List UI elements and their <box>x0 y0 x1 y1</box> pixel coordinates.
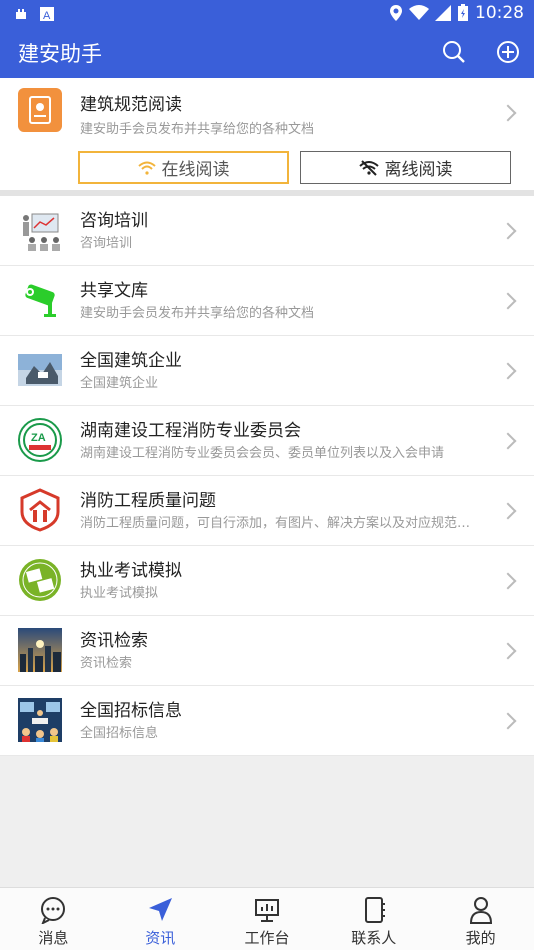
bidding-thumbnail <box>18 698 62 742</box>
nav-mine[interactable]: 我的 <box>427 888 534 950</box>
navigation-arrow-icon <box>149 898 173 921</box>
committee-logo-thumbnail: ZA <box>18 418 62 462</box>
list-item-title: 湖南建设工程消防专业委员会 <box>80 421 301 441</box>
chevron-right-icon <box>499 572 517 590</box>
svg-text:ZA: ZA <box>31 432 46 444</box>
list-item-national-bidding-info[interactable]: 全国招标信息 全国招标信息 <box>0 686 534 756</box>
city-thumbnail <box>18 628 62 672</box>
exam-badge-icon <box>19 559 61 601</box>
list-item-fire-quality-issues[interactable]: 消防工程质量问题 消防工程质量问题，可自行添加，有图片、解决方案以及对应规范… <box>0 476 534 546</box>
chevron-right-icon <box>499 432 517 450</box>
list-item-title: 全国建筑企业 <box>80 351 182 371</box>
list-item-subtitle: 全国招标信息 <box>80 726 159 741</box>
online-read-label: 在线阅读 <box>161 160 230 180</box>
nav-contacts-label: 联系人 <box>351 929 397 947</box>
list-item-title: 消防工程质量问题 <box>80 491 216 511</box>
monitor-chart-icon <box>254 899 279 922</box>
list-item-title: 咨询培训 <box>80 211 148 231</box>
standards-reading-title: 建筑规范阅读 <box>80 95 182 115</box>
list-item-practice-exam[interactable]: 执业考试模拟 执业考试模拟 <box>0 546 534 616</box>
list-item-title: 资讯检索 <box>80 631 148 651</box>
wifi-icon <box>409 5 429 20</box>
nav-contacts[interactable]: 联系人 <box>320 888 427 950</box>
battery-icon <box>458 4 468 21</box>
nav-workbench-label: 工作台 <box>244 929 290 947</box>
list-item-subtitle: 资讯检索 <box>80 656 133 671</box>
address-book-icon <box>364 897 385 923</box>
companies-thumbnail <box>18 354 62 386</box>
search-icon[interactable] <box>442 40 466 64</box>
text-app-icon: A <box>40 6 54 22</box>
offline-read-button[interactable]: 离线阅读 <box>300 151 511 184</box>
app-bar: 建安助手 <box>0 28 534 78</box>
standards-reading-subtitle: 建安助手会员发布并共享给您的各种文档 <box>80 122 315 137</box>
chevron-right-icon <box>499 362 517 380</box>
standards-reading-card[interactable]: 建筑规范阅读 建安助手会员发布并共享给您的各种文档 在线阅读 离线阅读 <box>0 78 534 190</box>
wifi-off-icon <box>358 159 379 176</box>
list-item-title: 执业考试模拟 <box>80 561 182 581</box>
nav-workbench[interactable]: 工作台 <box>214 888 321 950</box>
list-item-title: 共享文库 <box>80 281 148 301</box>
list-item-subtitle: 执业考试模拟 <box>80 586 159 601</box>
chevron-right-icon <box>499 642 517 660</box>
chevron-right-icon <box>499 222 517 240</box>
chevron-right-icon <box>499 104 517 122</box>
list-item-hunan-fire-committee[interactable]: ZA 湖南建设工程消防专业委员会 湖南建设工程消防专业委员会会员、委员单位列表以… <box>0 406 534 476</box>
list-item-consulting-training[interactable]: 咨询培训 咨询培训 <box>0 196 534 266</box>
chevron-right-icon <box>499 712 517 730</box>
feature-list: 咨询培训 咨询培训 共享文库 建安助手会员发布并共享给您的各种文档 全国建筑企业… <box>0 196 534 756</box>
nav-news-label: 资讯 <box>145 929 176 947</box>
list-item-subtitle: 湖南建设工程消防专业委员会会员、委员单位列表以及入会申请 <box>80 446 445 461</box>
training-thumbnail <box>18 208 62 252</box>
svg-text:A: A <box>43 10 51 21</box>
list-item-news-search[interactable]: 资讯检索 资讯检索 <box>0 616 534 686</box>
status-bar: A 10:28 <box>0 0 534 28</box>
person-icon <box>469 897 492 924</box>
online-read-button[interactable]: 在线阅读 <box>78 151 289 184</box>
document-icon <box>18 88 62 132</box>
chevron-right-icon <box>499 502 517 520</box>
status-time: 10:28 <box>475 3 524 23</box>
fire-shield-icon <box>20 488 60 532</box>
notification-icon <box>14 6 28 20</box>
signal-icon <box>435 5 451 21</box>
add-circle-icon[interactable] <box>496 40 520 64</box>
chat-bubble-icon <box>41 897 66 924</box>
offline-read-label: 离线阅读 <box>384 160 453 180</box>
bottom-navigation: 消息 资讯 工作台 联系人 我的 <box>0 887 534 950</box>
nav-mine-label: 我的 <box>465 929 496 947</box>
list-item-national-construction-companies[interactable]: 全国建筑企业 全国建筑企业 <box>0 336 534 406</box>
list-item-subtitle: 全国建筑企业 <box>80 376 159 391</box>
nav-news[interactable]: 资讯 <box>107 888 214 950</box>
app-title: 建安助手 <box>18 42 102 66</box>
list-item-subtitle: 咨询培训 <box>80 236 133 251</box>
list-item-shared-library[interactable]: 共享文库 建安助手会员发布并共享给您的各种文档 <box>0 266 534 336</box>
list-item-title: 全国招标信息 <box>80 701 182 721</box>
nav-messages[interactable]: 消息 <box>0 888 107 950</box>
chevron-right-icon <box>499 292 517 310</box>
nav-messages-label: 消息 <box>38 929 69 947</box>
list-item-subtitle: 消防工程质量问题，可自行添加，有图片、解决方案以及对应规范… <box>80 516 471 531</box>
wifi-icon <box>137 161 156 175</box>
camera-thumbnail <box>18 278 62 322</box>
location-icon <box>390 5 402 21</box>
list-item-subtitle: 建安助手会员发布并共享给您的各种文档 <box>80 306 315 321</box>
